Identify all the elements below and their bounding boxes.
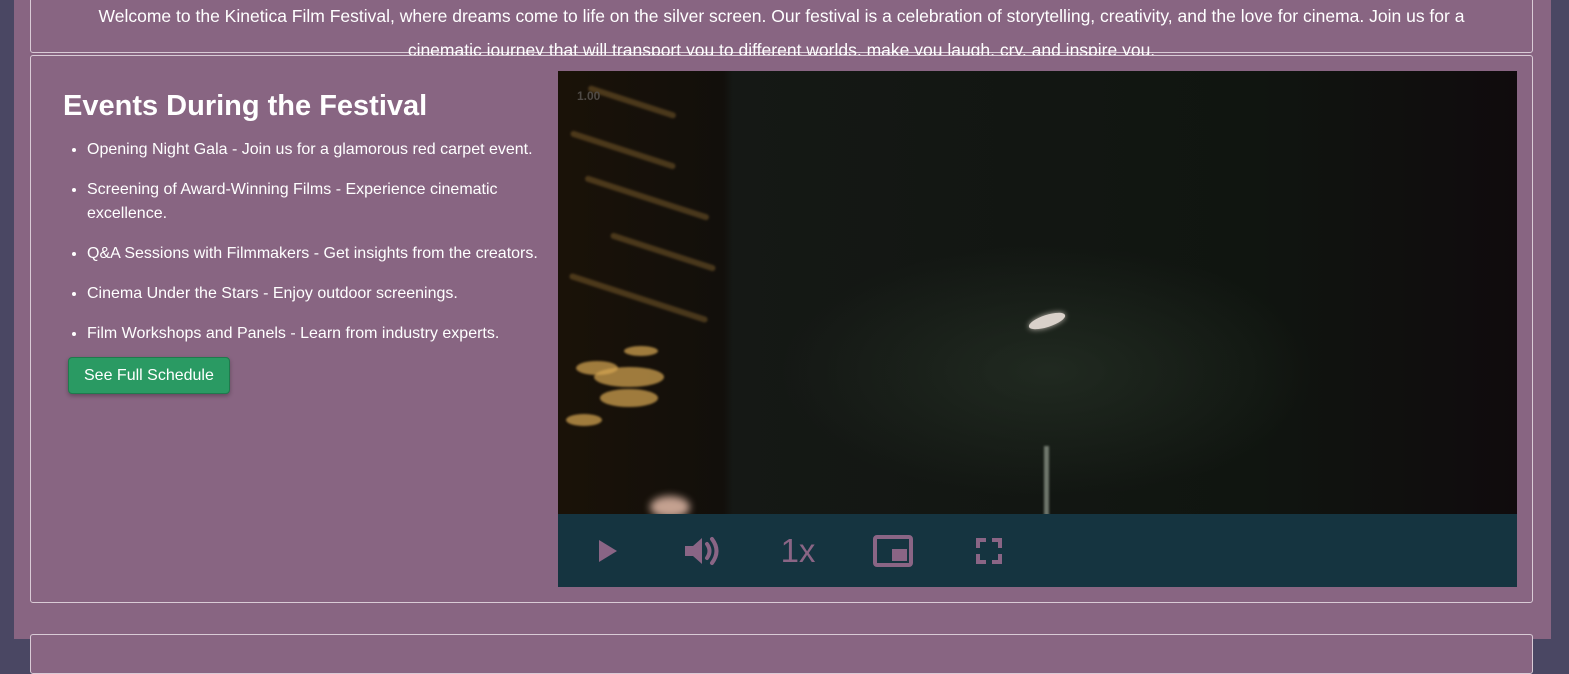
playback-speed-button[interactable]: 1x — [773, 514, 823, 587]
event-item-opening-night-gala: Opening Night Gala - Join us for a glamo… — [87, 138, 577, 162]
fullscreen-icon — [976, 537, 1002, 564]
video-controls-bar: 1x — [558, 514, 1517, 587]
video-bokeh-light — [600, 389, 658, 407]
video-light-streak — [568, 272, 709, 324]
video-speed-overlay: 1.00 — [577, 89, 601, 103]
fullscreen-button[interactable] — [971, 514, 1007, 587]
volume-icon — [685, 536, 719, 565]
see-full-schedule-button[interactable]: See Full Schedule — [68, 357, 230, 394]
video-light-streak — [569, 130, 677, 170]
video-light-streak — [587, 84, 677, 120]
video-light-streak — [609, 232, 717, 272]
event-item-cinema-under-stars: Cinema Under the Stars - Enjoy outdoor s… — [87, 282, 577, 306]
video-player[interactable]: 1.00 1x — [558, 71, 1517, 587]
play-button[interactable] — [590, 514, 626, 587]
welcome-panel: Welcome to the Kinetica Film Festival, w… — [30, 0, 1533, 60]
events-panel: Events During the Festival Opening Night… — [30, 55, 1533, 603]
picture-in-picture-icon — [873, 534, 913, 567]
play-icon — [599, 539, 617, 562]
video-bokeh-light — [576, 361, 618, 375]
event-item-award-winning-films: Screening of Award-Winning Films - Exper… — [87, 178, 577, 226]
volume-button[interactable] — [682, 514, 722, 587]
video-frame[interactable]: 1.00 — [558, 71, 1517, 518]
next-section-panel — [30, 634, 1533, 674]
video-bokeh-light — [566, 414, 602, 426]
video-bokeh-light — [624, 346, 658, 356]
video-light-beam — [1044, 446, 1049, 516]
event-item-qa-sessions: Q&A Sessions with Filmmakers - Get insig… — [87, 242, 577, 266]
video-light-streak — [584, 175, 710, 221]
welcome-text-line-one: Welcome to the Kinetica Film Festival, w… — [98, 5, 1465, 26]
events-title: Events During the Festival — [63, 90, 428, 122]
video-flying-object — [1027, 309, 1067, 333]
picture-in-picture-button[interactable] — [872, 514, 914, 587]
event-item-film-workshops: Film Workshops and Panels - Learn from i… — [87, 322, 577, 346]
events-list: Opening Night Gala - Join us for a glamo… — [63, 138, 577, 362]
